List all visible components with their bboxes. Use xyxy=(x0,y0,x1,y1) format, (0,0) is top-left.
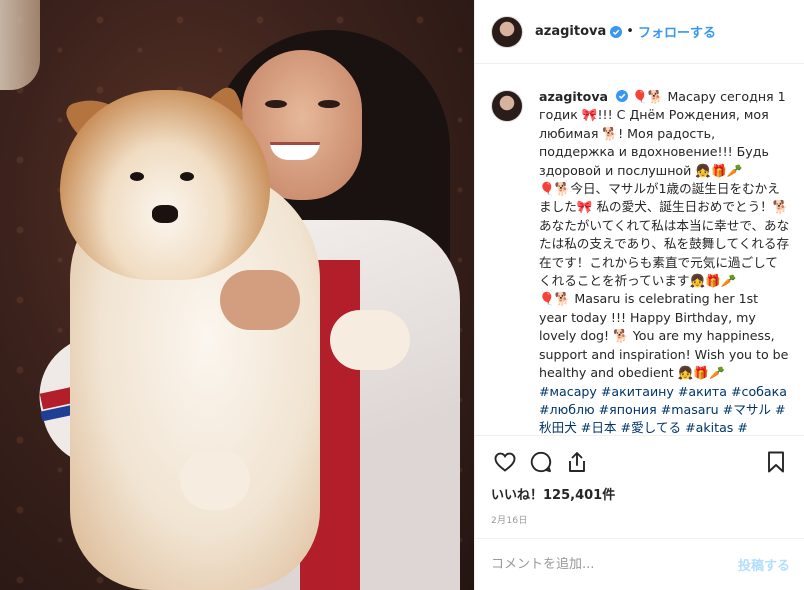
share-button[interactable] xyxy=(559,444,595,480)
caption-english: 🎈🐕 Masaru is celebrating her 1st year to… xyxy=(539,291,789,381)
caption-japanese: 🎈🐕今日、マサルが1歳の誕生日をむかえました🎀 私の愛犬、誕生日おめでとう！🐕あ… xyxy=(539,181,790,289)
eye-left xyxy=(265,100,287,108)
share-icon xyxy=(569,452,585,472)
eye-right xyxy=(318,100,340,108)
separator-dot: • xyxy=(626,24,634,39)
caption-row: azagitova 🎈🐕 Масару сегодня 1 годик 🎀!!!… xyxy=(491,88,790,435)
comment-icon xyxy=(530,451,552,473)
icon-row xyxy=(487,442,794,482)
heart-icon xyxy=(494,452,516,472)
post-comment-button[interactable]: 投稿する xyxy=(738,555,790,574)
follow-button[interactable]: フォローする xyxy=(638,22,716,41)
comment-input[interactable] xyxy=(491,557,738,572)
post-header: azagitova • フォローする xyxy=(475,0,804,64)
dog-paw-lower xyxy=(180,450,250,510)
header-username[interactable]: azagitova xyxy=(535,24,606,39)
dog-eye-left xyxy=(130,172,144,181)
comments-area[interactable]: azagitova 🎈🐕 Масару сегодня 1 годик 🎀!!!… xyxy=(475,64,804,435)
like-button[interactable] xyxy=(487,444,523,480)
post-photo[interactable] xyxy=(0,0,474,590)
caption-avatar[interactable] xyxy=(491,90,523,122)
caption-username[interactable]: azagitova xyxy=(539,89,608,104)
action-bar: いいね！125,401件 2月16日 xyxy=(475,435,804,538)
dog-eye-right xyxy=(180,172,194,181)
add-comment-bar: 投稿する xyxy=(475,538,804,590)
lamp-shape xyxy=(0,0,40,90)
caption-hashtags[interactable]: #масару #акитаину #акита #собака #люблю … xyxy=(539,383,790,436)
comment-button[interactable] xyxy=(523,444,559,480)
instagram-post: azagitova • フォローする azagitova 🎈🐕 Масару с… xyxy=(0,0,804,590)
dog-head xyxy=(60,90,270,280)
hand-shape xyxy=(220,270,300,330)
dog-paw-upper xyxy=(330,310,410,370)
post-date[interactable]: 2月16日 xyxy=(487,503,794,538)
avatar[interactable] xyxy=(491,15,523,48)
bookmark-icon xyxy=(768,451,784,473)
save-button[interactable] xyxy=(758,444,794,480)
likes-count[interactable]: いいね！125,401件 xyxy=(487,482,794,503)
caption-text: azagitova 🎈🐕 Масару сегодня 1 годик 🎀!!!… xyxy=(539,88,790,435)
post-side-panel: azagitova • フォローする azagitova 🎈🐕 Масару с… xyxy=(474,0,804,590)
verified-badge-icon xyxy=(610,25,623,38)
dog-nose xyxy=(152,205,178,223)
verified-badge-icon xyxy=(616,90,629,102)
